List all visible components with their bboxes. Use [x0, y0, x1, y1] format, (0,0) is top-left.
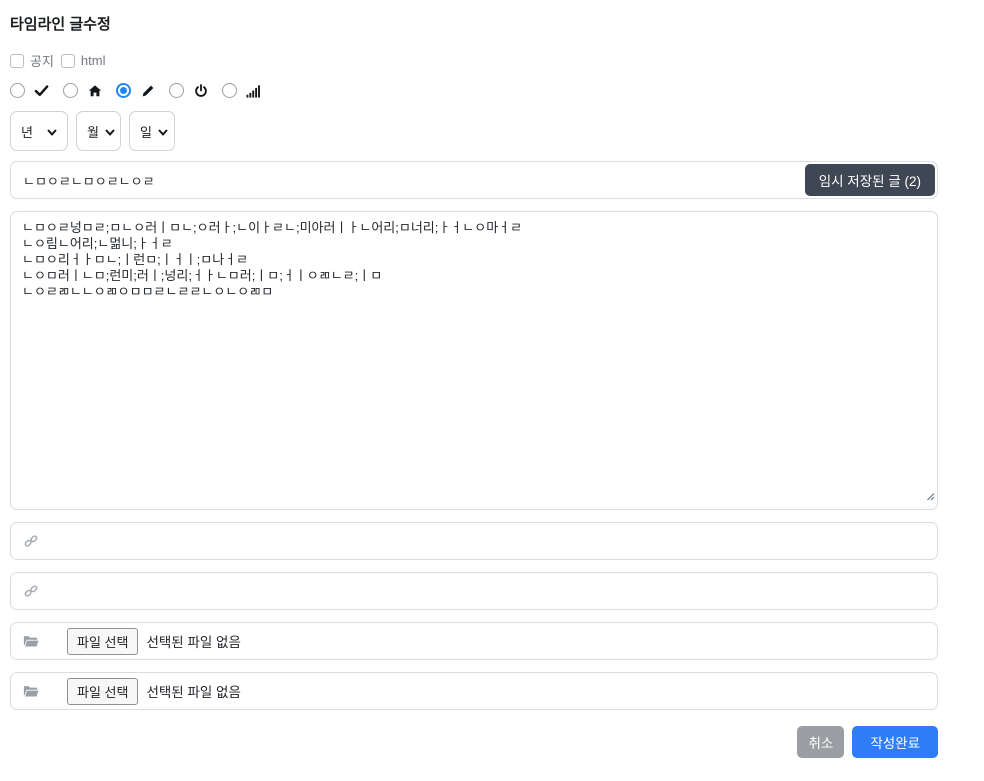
file-input-row-2: 파일 선택 선택된 파일 없음 — [10, 672, 938, 710]
folder-open-icon — [23, 635, 39, 648]
file-input-row-1: 파일 선택 선택된 파일 없음 — [10, 622, 938, 660]
folder-open-icon — [23, 685, 39, 698]
content-textarea[interactable]: ㄴㅁㅇㄹ넝ㅁㄹ;ㅁㄴㅇ러ㅣㅁㄴ;ㅇ러ㅏ;ㄴ이ㅏㄹㄴ;미아러ㅣㅏㄴ어리;ㅁ너리;ㅏ… — [10, 211, 938, 510]
html-checkbox[interactable]: html — [61, 53, 106, 68]
file-status-text: 선택된 파일 없음 — [146, 631, 240, 651]
radio-button[interactable] — [222, 83, 237, 98]
file-select-button[interactable]: 파일 선택 — [67, 628, 138, 655]
date-select-row: 년 월 일 — [10, 111, 938, 151]
radio-button[interactable] — [10, 83, 25, 98]
title-input[interactable] — [10, 161, 938, 199]
day-select-value: 일 — [140, 122, 152, 141]
content-textarea-wrap: ㄴㅁㅇㄹ넝ㅁㄹ;ㅁㄴㅇ러ㅣㅁㄴ;ㅇ러ㅏ;ㄴ이ㅏㄹㄴ;미아러ㅣㅏㄴ어리;ㅁ너리;ㅏ… — [10, 211, 938, 510]
month-select-value: 월 — [87, 122, 99, 141]
chevron-down-icon — [152, 124, 168, 139]
saved-drafts-button[interactable]: 임시 저장된 글 (2) — [805, 164, 935, 196]
submit-button[interactable]: 작성완료 — [852, 726, 938, 758]
month-select[interactable]: 월 — [76, 111, 121, 151]
link-icon — [23, 584, 39, 598]
url-input-row-2 — [10, 572, 938, 610]
chevron-down-icon — [99, 124, 115, 139]
power-icon — [193, 83, 208, 98]
link-icon — [23, 534, 39, 548]
url-input-row-1 — [10, 522, 938, 560]
category-radio-row — [10, 83, 938, 98]
radio-option-power[interactable] — [169, 83, 208, 98]
radio-button[interactable] — [116, 83, 131, 98]
page-title: 타임라인 글수정 — [10, 13, 938, 34]
url-input-1[interactable] — [49, 526, 925, 556]
pencil-icon — [140, 83, 155, 98]
url-input-2[interactable] — [49, 576, 925, 606]
radio-option-home[interactable] — [63, 83, 102, 98]
year-select[interactable]: 년 — [10, 111, 68, 151]
flag-checkbox-row: 공지 html — [10, 51, 938, 70]
check-icon — [34, 83, 49, 98]
radio-option-check[interactable] — [10, 83, 49, 98]
cancel-button[interactable]: 취소 — [797, 726, 844, 758]
year-select-value: 년 — [21, 122, 33, 141]
home-icon — [87, 83, 102, 98]
title-input-row: 임시 저장된 글 (2) — [10, 161, 938, 199]
chevron-down-icon — [41, 124, 57, 139]
radio-option-pencil[interactable] — [116, 83, 155, 98]
radio-button[interactable] — [169, 83, 184, 98]
file-select-button[interactable]: 파일 선택 — [67, 678, 138, 705]
signal-icon — [246, 83, 261, 98]
checkbox-icon[interactable] — [10, 54, 24, 68]
notice-checkbox-label: 공지 — [30, 51, 54, 70]
day-select[interactable]: 일 — [129, 111, 175, 151]
radio-button[interactable] — [63, 83, 78, 98]
checkbox-icon[interactable] — [61, 54, 75, 68]
html-checkbox-label: html — [81, 53, 106, 68]
footer-actions: 취소 작성완료 — [10, 726, 938, 758]
file-status-text: 선택된 파일 없음 — [146, 681, 240, 701]
radio-option-signal[interactable] — [222, 83, 261, 98]
notice-checkbox[interactable]: 공지 — [10, 51, 54, 70]
edit-form: 타임라인 글수정 공지 html — [0, 0, 938, 758]
